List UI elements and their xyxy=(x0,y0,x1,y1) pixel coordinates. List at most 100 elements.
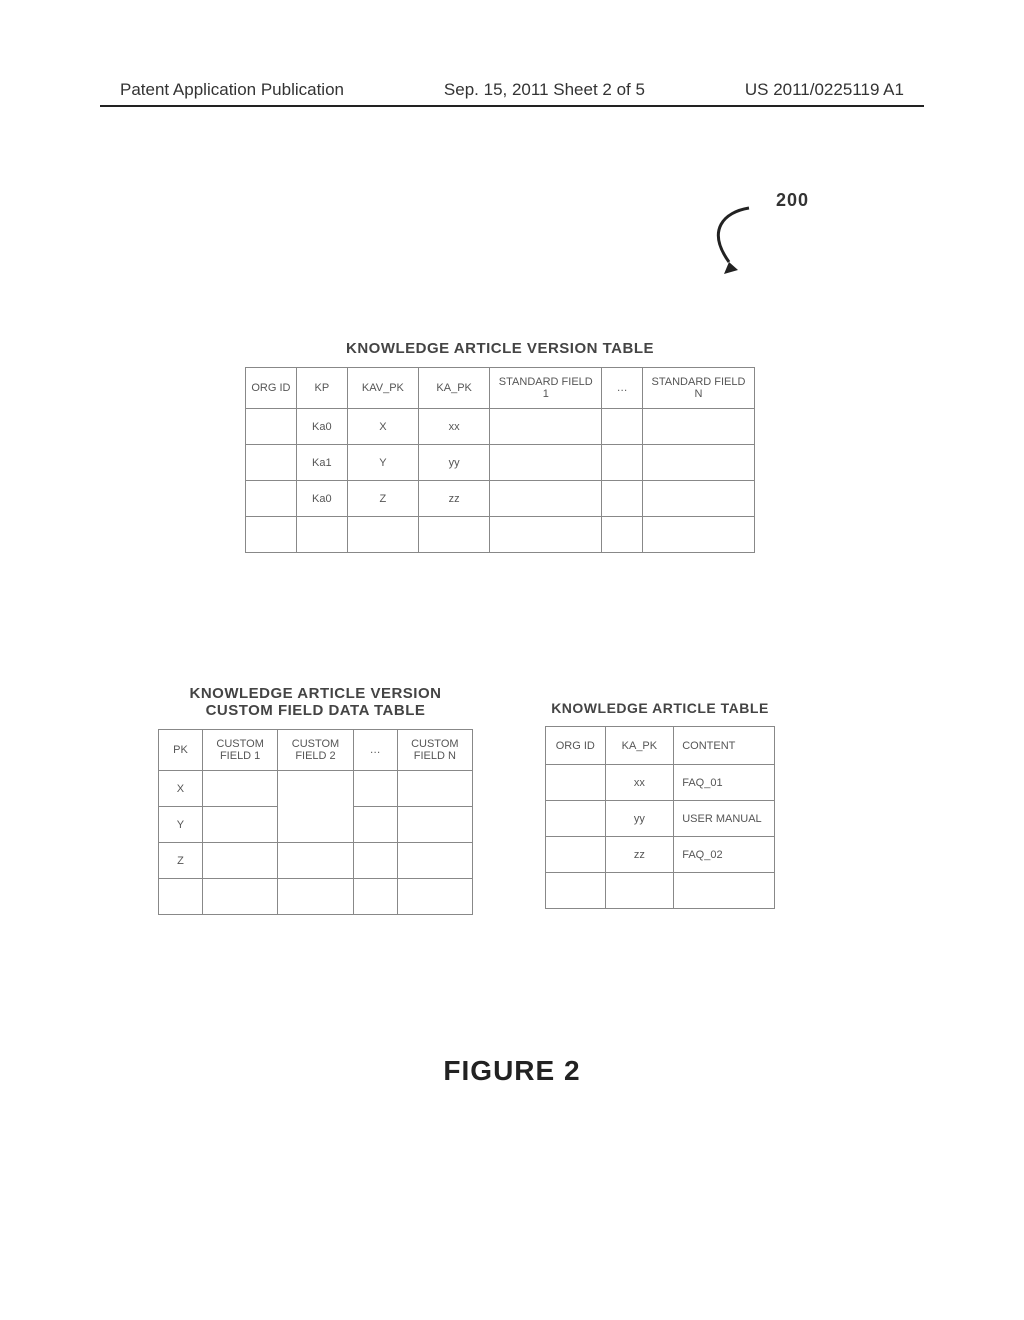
cell xyxy=(490,409,602,445)
col-header: STANDARD FIELD 1 xyxy=(490,368,602,409)
table-header-row: ORG ID KA_PK CONTENT xyxy=(546,727,775,765)
cell xyxy=(490,445,602,481)
cell xyxy=(546,873,606,909)
kav-table-title: KNOWLEDGE ARTICLE VERSION TABLE xyxy=(245,340,755,357)
header-center: Sep. 15, 2011 Sheet 2 of 5 xyxy=(444,80,645,100)
col-header: CUSTOM FIELD 2 xyxy=(278,730,353,771)
cell xyxy=(605,873,674,909)
cell xyxy=(353,807,397,843)
cell xyxy=(546,837,606,873)
table-row: X xyxy=(159,771,473,807)
cell xyxy=(278,771,353,843)
cell xyxy=(278,843,353,879)
table-row xyxy=(159,879,473,915)
col-header: … xyxy=(353,730,397,771)
table-row xyxy=(246,517,755,553)
cell: Ka1 xyxy=(296,445,347,481)
col-header: CONTENT xyxy=(674,727,775,765)
cell: FAQ_02 xyxy=(674,837,775,873)
table-row: zz FAQ_02 xyxy=(546,837,775,873)
cell xyxy=(397,879,472,915)
col-header: ORG ID xyxy=(246,368,297,409)
cell: X xyxy=(347,409,418,445)
col-header: KA_PK xyxy=(605,727,674,765)
ka-table-section: KNOWLEDGE ARTICLE TABLE ORG ID KA_PK CON… xyxy=(545,700,775,909)
cell xyxy=(642,517,754,553)
page-header: Patent Application Publication Sep. 15, … xyxy=(0,80,1024,100)
cell xyxy=(353,879,397,915)
col-header: KAV_PK xyxy=(347,368,418,409)
reference-numeral: 200 xyxy=(776,190,809,211)
cell xyxy=(490,481,602,517)
col-header: ORG ID xyxy=(546,727,606,765)
cell xyxy=(546,765,606,801)
header-right: US 2011/0225119 A1 xyxy=(745,80,904,100)
cell xyxy=(642,409,754,445)
cell: Ka0 xyxy=(296,481,347,517)
cell xyxy=(602,409,643,445)
cell xyxy=(353,771,397,807)
header-rule xyxy=(100,105,924,107)
cfd-table: PK CUSTOM FIELD 1 CUSTOM FIELD 2 … CUSTO… xyxy=(158,729,473,915)
col-header: … xyxy=(602,368,643,409)
cell xyxy=(296,517,347,553)
cell xyxy=(397,807,472,843)
cell xyxy=(642,445,754,481)
cell: yy xyxy=(419,445,490,481)
cell xyxy=(347,517,418,553)
col-header: STANDARD FIELD N xyxy=(642,368,754,409)
cell: X xyxy=(159,771,203,807)
cell: Z xyxy=(347,481,418,517)
cell xyxy=(353,843,397,879)
table-row: Z xyxy=(159,843,473,879)
col-header: PK xyxy=(159,730,203,771)
cell xyxy=(642,481,754,517)
col-header: CUSTOM FIELD 1 xyxy=(202,730,277,771)
cell xyxy=(246,481,297,517)
table-row: xx FAQ_01 xyxy=(546,765,775,801)
ka-table-title: KNOWLEDGE ARTICLE TABLE xyxy=(545,700,775,716)
cell xyxy=(202,807,277,843)
cell xyxy=(202,879,277,915)
table-row: yy USER MANUAL xyxy=(546,801,775,837)
cell xyxy=(602,445,643,481)
table-row xyxy=(546,873,775,909)
cell: yy xyxy=(605,801,674,837)
cell xyxy=(674,873,775,909)
cell: Y xyxy=(347,445,418,481)
cell xyxy=(419,517,490,553)
cell xyxy=(246,445,297,481)
cell: Z xyxy=(159,843,203,879)
cell xyxy=(546,801,606,837)
table-row: Ka1 Y yy xyxy=(246,445,755,481)
cell: xx xyxy=(419,409,490,445)
kav-table-section: KNOWLEDGE ARTICLE VERSION TABLE ORG ID K… xyxy=(245,340,755,553)
cell xyxy=(202,843,277,879)
cell: FAQ_01 xyxy=(674,765,775,801)
cell xyxy=(278,879,353,915)
cfd-table-section: KNOWLEDGE ARTICLE VERSION CUSTOM FIELD D… xyxy=(158,685,473,915)
col-header: KA_PK xyxy=(419,368,490,409)
cell xyxy=(246,409,297,445)
cell: Ka0 xyxy=(296,409,347,445)
table-row: Ka0 X xx xyxy=(246,409,755,445)
cell: zz xyxy=(419,481,490,517)
cell: zz xyxy=(605,837,674,873)
cell xyxy=(602,517,643,553)
lead-line-arrow-icon xyxy=(694,200,764,280)
table-header-row: PK CUSTOM FIELD 1 CUSTOM FIELD 2 … CUSTO… xyxy=(159,730,473,771)
figure-label: FIGURE 2 xyxy=(0,1055,1024,1087)
cell xyxy=(159,879,203,915)
cell xyxy=(490,517,602,553)
ka-table: ORG ID KA_PK CONTENT xx FAQ_01 yy USER M… xyxy=(545,726,775,909)
cell: Y xyxy=(159,807,203,843)
header-left: Patent Application Publication xyxy=(120,80,344,100)
kav-table: ORG ID KP KAV_PK KA_PK STANDARD FIELD 1 … xyxy=(245,367,755,553)
table-header-row: ORG ID KP KAV_PK KA_PK STANDARD FIELD 1 … xyxy=(246,368,755,409)
cell xyxy=(202,771,277,807)
cell xyxy=(397,843,472,879)
cell xyxy=(397,771,472,807)
col-header: KP xyxy=(296,368,347,409)
cell: USER MANUAL xyxy=(674,801,775,837)
col-header: CUSTOM FIELD N xyxy=(397,730,472,771)
